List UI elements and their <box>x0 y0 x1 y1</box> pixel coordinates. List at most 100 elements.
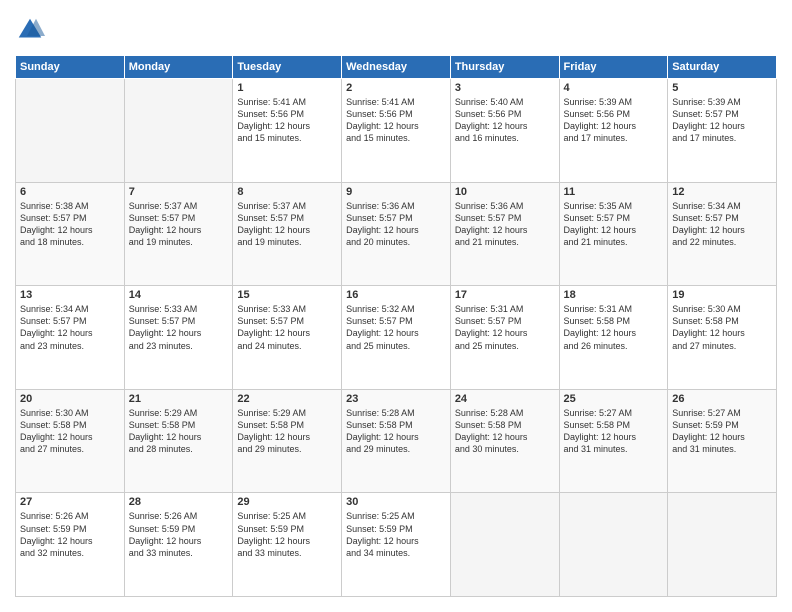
day-number: 24 <box>455 393 555 405</box>
calendar-cell: 17 Sunrise: 5:31 AM Sunset: 5:57 PM Dayli… <box>450 286 559 390</box>
day-info: Sunrise: 5:41 AM Sunset: 5:56 PM Dayligh… <box>237 96 337 145</box>
week-row-0: 1 Sunrise: 5:41 AM Sunset: 5:56 PM Daylig… <box>16 79 777 183</box>
day-info: Sunrise: 5:26 AM Sunset: 5:59 PM Dayligh… <box>20 510 120 559</box>
calendar-cell <box>668 493 777 597</box>
day-number: 9 <box>346 186 446 198</box>
week-row-1: 6Sunrise: 5:38 AM Sunset: 5:57 PM Daylig… <box>16 182 777 286</box>
day-number: 17 <box>455 289 555 301</box>
day-number: 25 <box>564 393 664 405</box>
day-header-wednesday: Wednesday <box>342 56 451 79</box>
day-info: Sunrise: 5:31 AM Sunset: 5:58 PM Dayligh… <box>564 303 664 352</box>
day-info: Sunrise: 5:36 AM Sunset: 5:57 PM Dayligh… <box>455 200 555 249</box>
calendar-cell: 13 Sunrise: 5:34 AM Sunset: 5:57 PM Dayli… <box>16 286 125 390</box>
day-number: 26 <box>672 393 772 405</box>
day-number: 30 <box>346 496 446 508</box>
day-header-saturday: Saturday <box>668 56 777 79</box>
day-info: Sunrise: 5:39 AM Sunset: 5:56 PM Dayligh… <box>564 96 664 145</box>
day-info: Sunrise: 5:31 AM Sunset: 5:57 PM Dayligh… <box>455 303 555 352</box>
day-info: Sunrise: 5:25 AM Sunset: 5:59 PM Dayligh… <box>237 510 337 559</box>
day-number: 21 <box>129 393 229 405</box>
calendar-cell: 3Sunrise: 5:40 AM Sunset: 5:56 PM Daylig… <box>450 79 559 183</box>
calendar-cell: 18 Sunrise: 5:31 AM Sunset: 5:58 PM Dayli… <box>559 286 668 390</box>
day-header-tuesday: Tuesday <box>233 56 342 79</box>
header <box>15 15 777 45</box>
calendar-cell: 30 Sunrise: 5:25 AM Sunset: 5:59 PM Dayli… <box>342 493 451 597</box>
calendar-cell: 6Sunrise: 5:38 AM Sunset: 5:57 PM Daylig… <box>16 182 125 286</box>
day-info: Sunrise: 5:37 AM Sunset: 5:57 PM Dayligh… <box>237 200 337 249</box>
calendar-cell: 24 Sunrise: 5:28 AM Sunset: 5:58 PM Dayli… <box>450 389 559 493</box>
day-info: Sunrise: 5:25 AM Sunset: 5:59 PM Dayligh… <box>346 510 446 559</box>
day-header-friday: Friday <box>559 56 668 79</box>
day-number: 28 <box>129 496 229 508</box>
calendar-cell: 9 Sunrise: 5:36 AM Sunset: 5:57 PM Daylig… <box>342 182 451 286</box>
week-row-4: 27Sunrise: 5:26 AM Sunset: 5:59 PM Dayli… <box>16 493 777 597</box>
calendar-cell <box>124 79 233 183</box>
day-number: 1 <box>237 82 337 94</box>
week-row-3: 20Sunrise: 5:30 AM Sunset: 5:58 PM Dayli… <box>16 389 777 493</box>
day-number: 10 <box>455 186 555 198</box>
calendar-cell: 19 Sunrise: 5:30 AM Sunset: 5:58 PM Dayli… <box>668 286 777 390</box>
calendar-cell: 29 Sunrise: 5:25 AM Sunset: 5:59 PM Dayli… <box>233 493 342 597</box>
day-info: Sunrise: 5:37 AM Sunset: 5:57 PM Dayligh… <box>129 200 229 249</box>
day-number: 8 <box>237 186 337 198</box>
day-info: Sunrise: 5:30 AM Sunset: 5:58 PM Dayligh… <box>672 303 772 352</box>
day-info: Sunrise: 5:34 AM Sunset: 5:57 PM Dayligh… <box>20 303 120 352</box>
day-header-sunday: Sunday <box>16 56 125 79</box>
day-info: Sunrise: 5:36 AM Sunset: 5:57 PM Dayligh… <box>346 200 446 249</box>
day-info: Sunrise: 5:29 AM Sunset: 5:58 PM Dayligh… <box>129 407 229 456</box>
day-number: 15 <box>237 289 337 301</box>
day-number: 23 <box>346 393 446 405</box>
day-number: 16 <box>346 289 446 301</box>
logo <box>15 15 49 45</box>
day-number: 11 <box>564 186 664 198</box>
calendar-cell: 28 Sunrise: 5:26 AM Sunset: 5:59 PM Dayli… <box>124 493 233 597</box>
day-info: Sunrise: 5:27 AM Sunset: 5:59 PM Dayligh… <box>672 407 772 456</box>
calendar-cell: 1 Sunrise: 5:41 AM Sunset: 5:56 PM Daylig… <box>233 79 342 183</box>
calendar-cell: 21 Sunrise: 5:29 AM Sunset: 5:58 PM Dayli… <box>124 389 233 493</box>
day-info: Sunrise: 5:28 AM Sunset: 5:58 PM Dayligh… <box>455 407 555 456</box>
calendar-cell: 11 Sunrise: 5:35 AM Sunset: 5:57 PM Dayli… <box>559 182 668 286</box>
day-number: 19 <box>672 289 772 301</box>
calendar-cell: 20Sunrise: 5:30 AM Sunset: 5:58 PM Dayli… <box>16 389 125 493</box>
day-number: 5 <box>672 82 772 94</box>
calendar-cell: 23 Sunrise: 5:28 AM Sunset: 5:58 PM Dayli… <box>342 389 451 493</box>
calendar-cell <box>16 79 125 183</box>
page: SundayMondayTuesdayWednesdayThursdayFrid… <box>0 0 792 612</box>
calendar-cell <box>559 493 668 597</box>
day-number: 29 <box>237 496 337 508</box>
calendar-cell: 7 Sunrise: 5:37 AM Sunset: 5:57 PM Daylig… <box>124 182 233 286</box>
calendar-cell: 27Sunrise: 5:26 AM Sunset: 5:59 PM Dayli… <box>16 493 125 597</box>
day-number: 13 <box>20 289 120 301</box>
day-info: Sunrise: 5:39 AM Sunset: 5:57 PM Dayligh… <box>672 96 772 145</box>
day-number: 18 <box>564 289 664 301</box>
calendar-cell: 25 Sunrise: 5:27 AM Sunset: 5:58 PM Dayli… <box>559 389 668 493</box>
calendar-cell: 4 Sunrise: 5:39 AM Sunset: 5:56 PM Daylig… <box>559 79 668 183</box>
day-number: 20 <box>20 393 120 405</box>
logo-icon <box>15 15 45 45</box>
calendar-cell <box>450 493 559 597</box>
day-number: 4 <box>564 82 664 94</box>
calendar-cell: 8 Sunrise: 5:37 AM Sunset: 5:57 PM Daylig… <box>233 182 342 286</box>
day-number: 3 <box>455 82 555 94</box>
day-header-thursday: Thursday <box>450 56 559 79</box>
calendar-cell: 16Sunrise: 5:32 AM Sunset: 5:57 PM Dayli… <box>342 286 451 390</box>
day-header-monday: Monday <box>124 56 233 79</box>
day-info: Sunrise: 5:27 AM Sunset: 5:58 PM Dayligh… <box>564 407 664 456</box>
week-row-2: 13 Sunrise: 5:34 AM Sunset: 5:57 PM Dayli… <box>16 286 777 390</box>
day-info: Sunrise: 5:26 AM Sunset: 5:59 PM Dayligh… <box>129 510 229 559</box>
calendar: SundayMondayTuesdayWednesdayThursdayFrid… <box>15 55 777 597</box>
calendar-cell: 22Sunrise: 5:29 AM Sunset: 5:58 PM Dayli… <box>233 389 342 493</box>
calendar-cell: 14Sunrise: 5:33 AM Sunset: 5:57 PM Dayli… <box>124 286 233 390</box>
calendar-cell: 12Sunrise: 5:34 AM Sunset: 5:57 PM Dayli… <box>668 182 777 286</box>
calendar-cell: 5 Sunrise: 5:39 AM Sunset: 5:57 PM Daylig… <box>668 79 777 183</box>
day-number: 7 <box>129 186 229 198</box>
day-number: 6 <box>20 186 120 198</box>
calendar-cell: 26 Sunrise: 5:27 AM Sunset: 5:59 PM Dayli… <box>668 389 777 493</box>
day-info: Sunrise: 5:33 AM Sunset: 5:57 PM Dayligh… <box>129 303 229 352</box>
day-number: 2 <box>346 82 446 94</box>
day-info: Sunrise: 5:33 AM Sunset: 5:57 PM Dayligh… <box>237 303 337 352</box>
day-info: Sunrise: 5:35 AM Sunset: 5:57 PM Dayligh… <box>564 200 664 249</box>
day-info: Sunrise: 5:28 AM Sunset: 5:58 PM Dayligh… <box>346 407 446 456</box>
day-info: Sunrise: 5:41 AM Sunset: 5:56 PM Dayligh… <box>346 96 446 145</box>
calendar-cell: 10 Sunrise: 5:36 AM Sunset: 5:57 PM Dayli… <box>450 182 559 286</box>
